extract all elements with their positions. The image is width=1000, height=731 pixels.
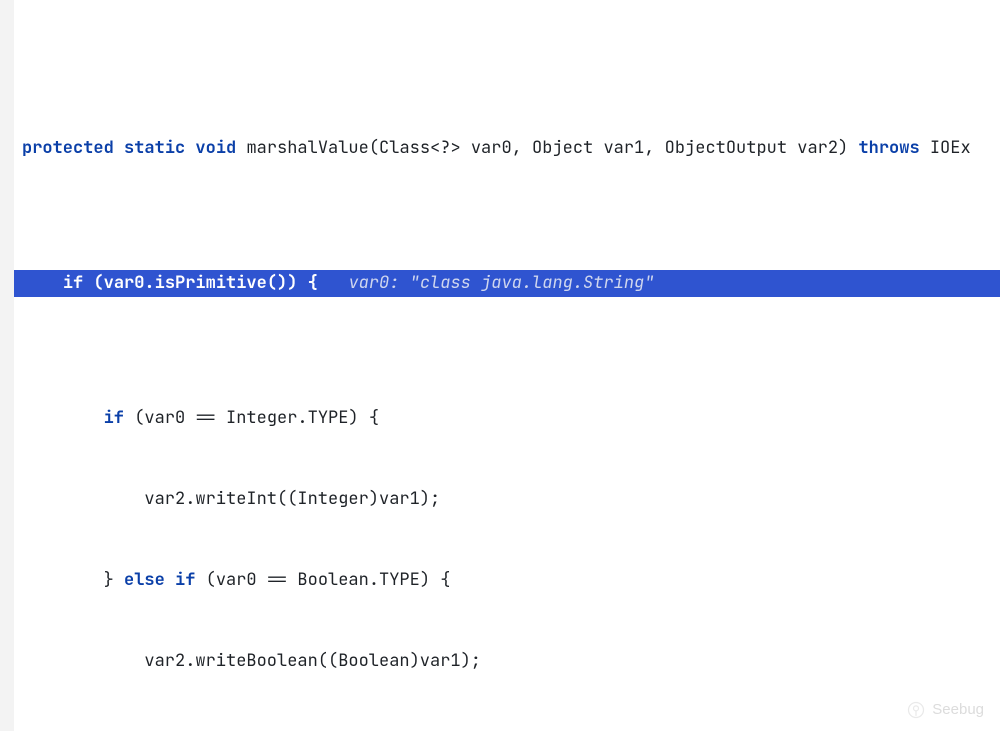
- watermark: Seebug: [906, 696, 984, 723]
- bug-icon: [906, 700, 926, 720]
- expr: var0.isPrimitive(): [104, 272, 288, 294]
- kw-if: if: [63, 272, 83, 294]
- inline-debug-hint: var0: "class java.lang.String": [348, 272, 654, 294]
- current-exec-line: if (var0.isPrimitive()) { var0: "class j…: [0, 270, 1000, 297]
- code-line: } else if (var0 == Boolean.TYPE) {: [0, 567, 1000, 594]
- method-params: (Class<?> var0, Object var1, ObjectOutpu…: [369, 137, 848, 159]
- code-line: var2.writeBoolean((Boolean)var1);: [0, 648, 1000, 675]
- method-name: marshalValue: [246, 137, 368, 159]
- watermark-text: Seebug: [932, 696, 984, 723]
- code-line: var2.writeInt((Integer)var1);: [0, 486, 1000, 513]
- kw-throws: throws: [858, 137, 919, 159]
- code-editor[interactable]: protected static void marshalValue(Class…: [0, 0, 1000, 731]
- gutter: [0, 0, 14, 731]
- code-line: if (var0 == Integer.TYPE) {: [0, 405, 1000, 432]
- kw-static: static: [124, 137, 185, 159]
- kw-protected: protected: [22, 137, 114, 159]
- code-line: protected static void marshalValue(Class…: [0, 135, 1000, 162]
- kw-void: void: [195, 137, 236, 159]
- throws-type: IOEx: [930, 137, 971, 159]
